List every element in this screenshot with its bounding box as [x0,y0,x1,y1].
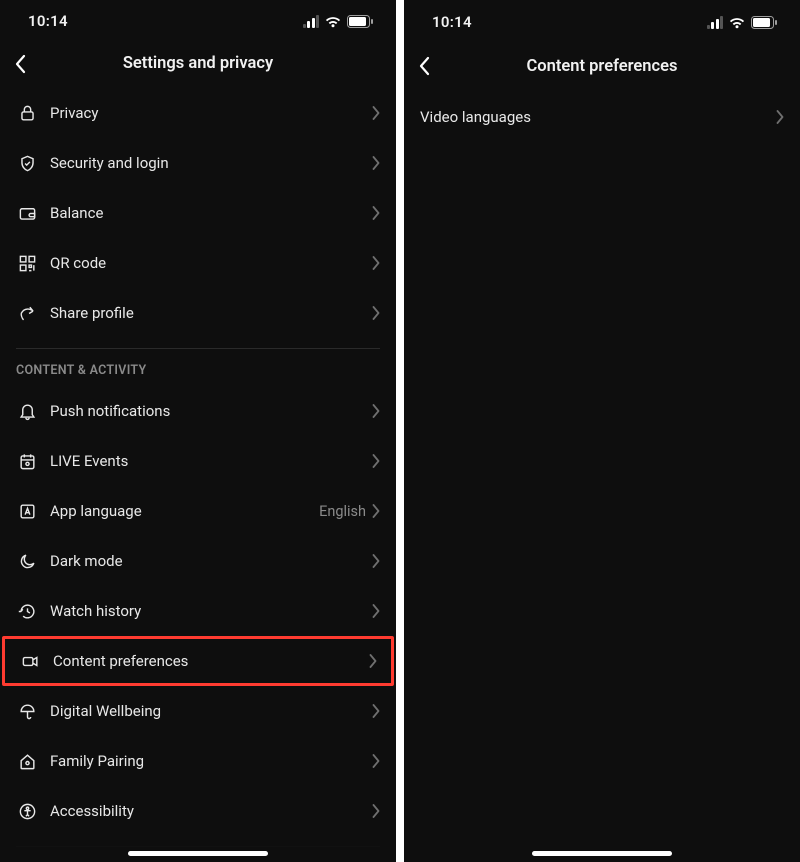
row-accessibility[interactable]: Accessibility [0,786,396,836]
status-bar: 10:14 [0,0,396,42]
row-value: English [319,503,366,520]
chevron-right-icon [372,604,380,618]
row-video-languages[interactable]: Video languages [404,92,800,142]
row-live-events[interactable]: LIVE Events [0,436,396,486]
cellular-icon [303,15,320,28]
header: Settings and privacy [0,42,396,84]
row-label: Family Pairing [50,752,372,770]
battery-icon [347,15,374,28]
content-prefs-list: Video languages [404,88,800,862]
settings-list: Privacy Security and login Balance QR co… [0,84,396,862]
home-indicator[interactable] [128,851,268,856]
status-time: 10:14 [28,12,68,30]
row-balance[interactable]: Balance [0,188,396,238]
page-title: Settings and privacy [123,54,273,73]
row-digital-wellbeing[interactable]: Digital Wellbeing [0,686,396,736]
row-app-language[interactable]: App language English [0,486,396,536]
chevron-right-icon [372,504,380,518]
battery-icon [751,16,778,29]
language-icon [16,500,38,522]
share-icon [16,302,38,324]
row-label: Watch history [50,602,372,620]
row-label: Digital Wellbeing [50,702,372,720]
chevron-right-icon [369,654,377,668]
home-icon [16,750,38,772]
row-label: LIVE Events [50,452,372,470]
status-right [303,15,375,28]
row-label: Video languages [420,108,776,126]
chevron-right-icon [372,206,380,220]
row-label: App language [50,502,319,520]
home-indicator[interactable] [532,851,672,856]
row-label: Privacy [50,104,372,122]
chevron-right-icon [776,110,784,124]
wifi-icon [728,16,746,29]
row-label: Security and login [50,154,372,172]
row-label: Share profile [50,304,372,322]
row-family-pairing[interactable]: Family Pairing [0,736,396,786]
status-time: 10:14 [432,13,472,31]
chevron-right-icon [372,704,380,718]
section-content-activity: CONTENT & ACTIVITY [0,349,396,386]
qr-icon [16,252,38,274]
moon-icon [16,550,38,572]
history-icon [16,600,38,622]
status-bar: 10:14 [404,0,800,44]
umbrella-icon [16,700,38,722]
bell-icon [16,400,38,422]
row-share-profile[interactable]: Share profile [0,288,396,338]
row-label: QR code [50,254,372,272]
row-dark-mode[interactable]: Dark mode [0,536,396,586]
phone-content-prefs: 10:14 Content preferences Video language… [404,0,800,862]
back-button[interactable] [418,44,448,88]
row-security[interactable]: Security and login [0,138,396,188]
row-label: Balance [50,204,372,222]
wallet-icon [16,202,38,224]
chevron-right-icon [372,156,380,170]
row-watch-history[interactable]: Watch history [0,586,396,636]
chevron-right-icon [372,306,380,320]
chevron-right-icon [372,554,380,568]
row-privacy[interactable]: Privacy [0,88,396,138]
shield-icon [16,152,38,174]
page-title: Content preferences [527,57,678,76]
lock-icon [16,102,38,124]
phone-settings: 10:14 Settings and privacy Privacy [0,0,396,862]
chevron-right-icon [372,454,380,468]
chevron-right-icon [372,106,380,120]
chevron-right-icon [372,256,380,270]
chevron-right-icon [372,804,380,818]
wifi-icon [324,15,342,28]
row-push-notifications[interactable]: Push notifications [0,386,396,436]
back-button[interactable] [14,42,44,86]
chevron-right-icon [372,754,380,768]
row-content-preferences[interactable]: Content preferences [2,636,394,686]
header: Content preferences [404,44,800,88]
row-qr-code[interactable]: QR code [0,238,396,288]
chevron-right-icon [372,404,380,418]
cellular-icon [707,16,724,29]
chevron-left-icon [14,54,26,74]
calendar-icon [16,450,38,472]
row-label: Dark mode [50,552,372,570]
video-icon [19,650,41,672]
status-right [707,16,779,29]
row-label: Content preferences [53,652,369,670]
row-label: Accessibility [50,802,372,820]
chevron-left-icon [418,56,430,76]
accessibility-icon [16,800,38,822]
row-label: Push notifications [50,402,372,420]
